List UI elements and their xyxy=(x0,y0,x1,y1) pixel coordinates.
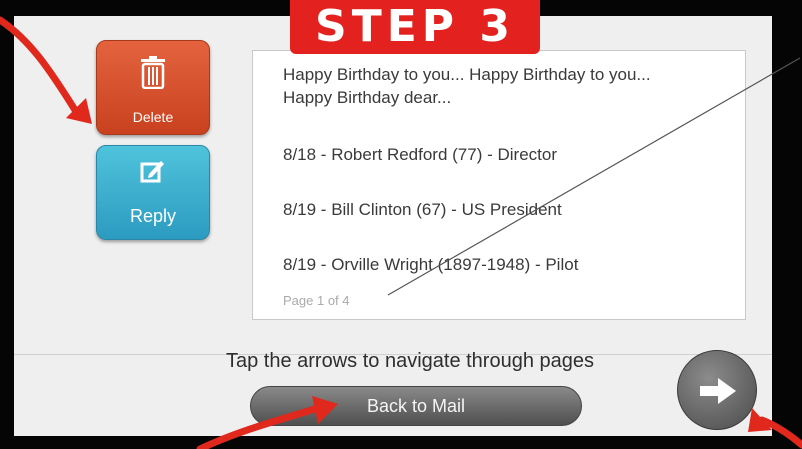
compose-icon xyxy=(140,158,166,188)
step-banner: STEP 3 xyxy=(290,0,540,54)
reply-label: Reply xyxy=(129,206,177,226)
list-item[interactable]: 8/19 - Orville Wright (1897-1948) - Pilo… xyxy=(283,253,578,276)
message-panel: Happy Birthday to you... Happy Birthday … xyxy=(252,50,746,320)
list-item[interactable]: 8/19 - Bill Clinton (67) - US President xyxy=(283,198,562,221)
list-item[interactable]: 8/18 - Robert Redford (77) - Director xyxy=(283,143,557,166)
delete-button[interactable]: Delete xyxy=(96,40,210,135)
navigation-instruction: Tap the arrows to navigate through pages xyxy=(225,350,595,372)
message-greeting: Happy Birthday to you... Happy Birthday … xyxy=(283,65,651,107)
page-indicator: Page 1 of 4 xyxy=(283,293,350,308)
reply-button[interactable]: Reply xyxy=(96,145,210,240)
delete-label: Delete xyxy=(132,109,174,125)
next-page-button[interactable] xyxy=(677,350,757,430)
back-to-mail-button[interactable]: Back to Mail xyxy=(250,386,582,426)
trash-icon xyxy=(139,55,167,93)
right-arrow-icon xyxy=(700,378,736,404)
